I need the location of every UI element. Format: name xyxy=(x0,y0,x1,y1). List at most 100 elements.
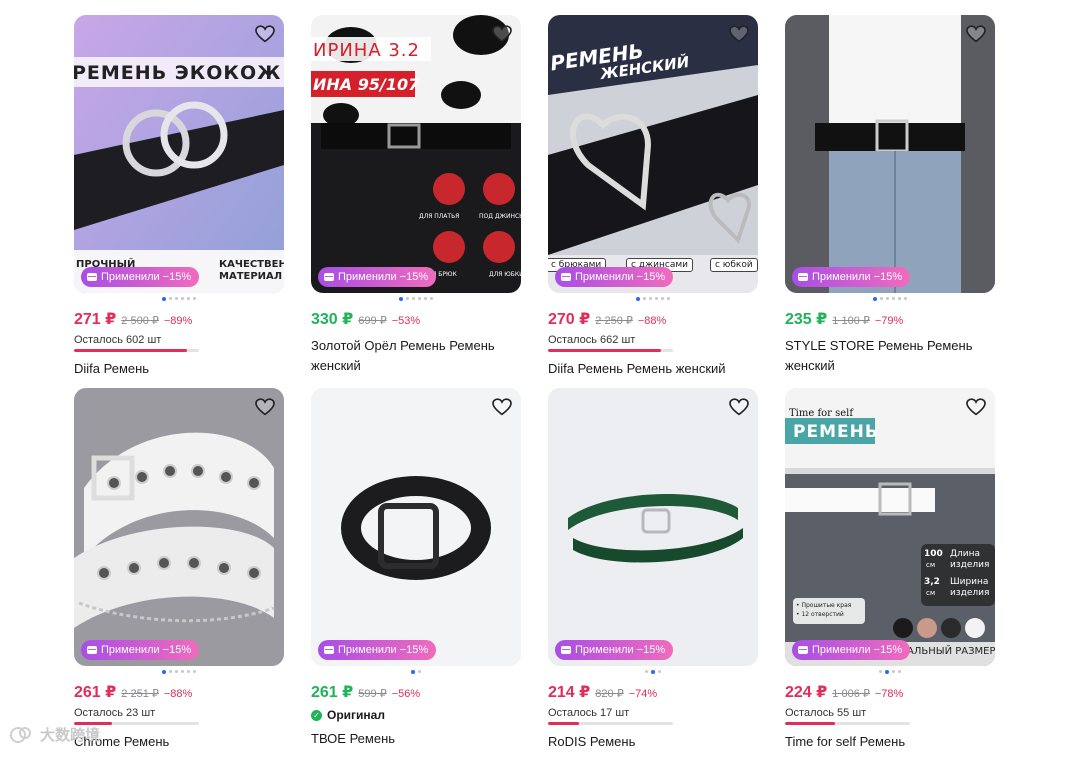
pagination-dot[interactable] xyxy=(879,670,882,673)
product-image[interactable]: Time for self РЕМЕНЬ 100 см Длина изделия 3,2… xyxy=(785,388,995,666)
favorite-heart-icon[interactable] xyxy=(491,396,513,418)
product-image[interactable]: Применили −15% xyxy=(785,15,995,293)
product-title[interactable]: Time for self Ремень xyxy=(785,732,995,752)
price-row: 261 ₽ 599 ₽ −56% xyxy=(311,682,521,702)
pagination-dot[interactable] xyxy=(181,670,184,673)
product-card[interactable]: РЕМЕНЬ ЖЕНСКИЙ с брюками с джинсами с юбкой П… xyxy=(548,15,758,379)
product-card[interactable]: Применили −15% 235 ₽ 1 100 ₽ −79% STYLE STOR… xyxy=(785,15,995,376)
product-card[interactable]: ИРИНА 3.2 ИНА 95/107 ДЛЯ ПЛАТЬЯ ПОД ДЖИНСЫ Д… xyxy=(311,15,521,376)
stock-remaining: Осталось 662 шт xyxy=(548,334,636,346)
pagination-dot[interactable] xyxy=(169,297,172,300)
product-image[interactable]: Применили −15% xyxy=(311,388,521,666)
product-title[interactable]: Chrome Ремень xyxy=(74,732,284,752)
discount-percent: −53% xyxy=(391,315,421,327)
product-image[interactable]: РЕМЕНЬ ЭКОКОЖ ПРОЧНЫЙ КАЧЕСТВЕН МАТЕРИАЛ Пр… xyxy=(74,15,284,293)
product-image[interactable]: РЕМЕНЬ ЖЕНСКИЙ с брюками с джинсами с юбкой П… xyxy=(548,15,758,293)
wallet-icon xyxy=(561,646,571,654)
product-card[interactable]: Применили −15% 261 ₽ 599 ₽ −56% ✓ Оригинал ТВО… xyxy=(311,388,521,749)
pagination-dot[interactable] xyxy=(636,296,640,301)
pagination-dot[interactable] xyxy=(873,296,877,301)
product-image[interactable]: ИРИНА 3.2 ИНА 95/107 ДЛЯ ПЛАТЬЯ ПОД ДЖИНСЫ Д… xyxy=(311,15,521,293)
product-title[interactable]: Diifa Ремень xyxy=(74,359,284,379)
image-chip: с юбкой xyxy=(710,258,758,272)
image-pagination-dots[interactable] xyxy=(548,669,758,674)
price-row: 261 ₽ 2 251 ₽ −88% xyxy=(74,682,284,702)
discount-percent: −89% xyxy=(163,315,193,327)
pagination-dot[interactable] xyxy=(661,297,664,300)
current-price: 270 ₽ xyxy=(548,311,591,328)
pagination-dot[interactable] xyxy=(655,297,658,300)
pagination-dot[interactable] xyxy=(193,670,196,673)
pagination-dot[interactable] xyxy=(175,297,178,300)
favorite-heart-icon[interactable] xyxy=(728,396,750,418)
pagination-dot[interactable] xyxy=(181,297,184,300)
favorite-heart-icon[interactable] xyxy=(965,396,987,418)
image-caption-right: КАЧЕСТВЕН МАТЕРИАЛ xyxy=(219,259,284,282)
check-icon: ✓ xyxy=(311,709,322,721)
pagination-dot[interactable] xyxy=(187,670,190,673)
pagination-dot[interactable] xyxy=(649,297,652,300)
image-pagination-dots[interactable] xyxy=(74,669,284,674)
price-row: 330 ₽ 699 ₽ −53% xyxy=(311,309,521,329)
pagination-dot[interactable] xyxy=(418,297,421,300)
stock-remaining: Осталось 602 шт xyxy=(74,334,162,346)
pagination-dot[interactable] xyxy=(399,296,403,301)
image-pagination-dots[interactable] xyxy=(548,296,758,301)
image-pagination-dots[interactable] xyxy=(311,669,521,674)
pagination-dot[interactable] xyxy=(406,297,409,300)
pagination-dot[interactable] xyxy=(430,297,433,300)
product-title[interactable]: ТВОЕ Ремень xyxy=(311,729,521,749)
pagination-dot[interactable] xyxy=(424,297,427,300)
product-title[interactable]: Золотой Орёл Ремень Ремень женский xyxy=(311,336,521,376)
image-pagination-dots[interactable] xyxy=(785,669,995,674)
pagination-dot[interactable] xyxy=(904,297,907,300)
favorite-heart-icon[interactable] xyxy=(491,23,513,45)
old-price: 2 500 ₽ xyxy=(121,315,159,327)
image-banner-text: РЕМЕНЬ ЭКОКОЖ xyxy=(74,62,282,84)
current-price: 330 ₽ xyxy=(311,311,354,328)
pagination-dot[interactable] xyxy=(645,670,648,673)
favorite-heart-icon[interactable] xyxy=(254,23,276,45)
stock-progress-bar xyxy=(548,349,673,352)
product-title[interactable]: STYLE STORE Ремень Ремень женский xyxy=(785,336,995,376)
product-card[interactable]: Time for self РЕМЕНЬ 100 см Длина изделия 3,2… xyxy=(785,388,995,752)
product-photo xyxy=(74,388,284,666)
pagination-dot[interactable] xyxy=(162,296,166,301)
image-pagination-dots[interactable] xyxy=(311,296,521,301)
image-spec-label: Длина изделия xyxy=(950,549,990,570)
pagination-dot[interactable] xyxy=(667,297,670,300)
image-pagination-dots[interactable] xyxy=(785,296,995,301)
pagination-dot[interactable] xyxy=(169,670,172,673)
product-title[interactable]: Diifa Ремень Ремень женский xyxy=(548,359,758,379)
pagination-dot[interactable] xyxy=(643,297,646,300)
pagination-dot[interactable] xyxy=(898,670,901,673)
pagination-dot[interactable] xyxy=(880,297,883,300)
pagination-dot[interactable] xyxy=(892,297,895,300)
product-card[interactable]: Применили −15% 261 ₽ 2 251 ₽ −88% Осталось 2… xyxy=(74,388,284,752)
favorite-heart-icon[interactable] xyxy=(965,23,987,45)
product-card[interactable]: Применили −15% 214 ₽ 820 ₽ −74% Осталось 17 … xyxy=(548,388,758,752)
pagination-dot[interactable] xyxy=(658,670,661,673)
product-image[interactable]: Применили −15% xyxy=(74,388,284,666)
stock-progress-fill xyxy=(548,349,661,352)
pagination-dot[interactable] xyxy=(193,297,196,300)
pagination-dot[interactable] xyxy=(175,670,178,673)
pagination-dot[interactable] xyxy=(892,670,895,673)
pagination-dot[interactable] xyxy=(651,669,655,674)
product-image[interactable]: Применили −15% xyxy=(548,388,758,666)
pagination-dot[interactable] xyxy=(411,669,415,674)
image-pagination-dots[interactable] xyxy=(74,296,284,301)
promo-badge: Применили −15% xyxy=(792,640,911,660)
product-card[interactable]: РЕМЕНЬ ЭКОКОЖ ПРОЧНЫЙ КАЧЕСТВЕН МАТЕРИАЛ Пр… xyxy=(74,15,284,379)
pagination-dot[interactable] xyxy=(886,297,889,300)
favorite-heart-icon[interactable] xyxy=(254,396,276,418)
pagination-dot[interactable] xyxy=(412,297,415,300)
pagination-dot[interactable] xyxy=(162,669,166,674)
pagination-dot[interactable] xyxy=(187,297,190,300)
pagination-dot[interactable] xyxy=(885,669,889,674)
favorite-heart-icon[interactable] xyxy=(728,23,750,45)
product-title[interactable]: RoDIS Ремень xyxy=(548,732,758,752)
pagination-dot[interactable] xyxy=(898,297,901,300)
pagination-dot[interactable] xyxy=(418,670,421,673)
image-brand-text: Time for self xyxy=(789,408,854,419)
